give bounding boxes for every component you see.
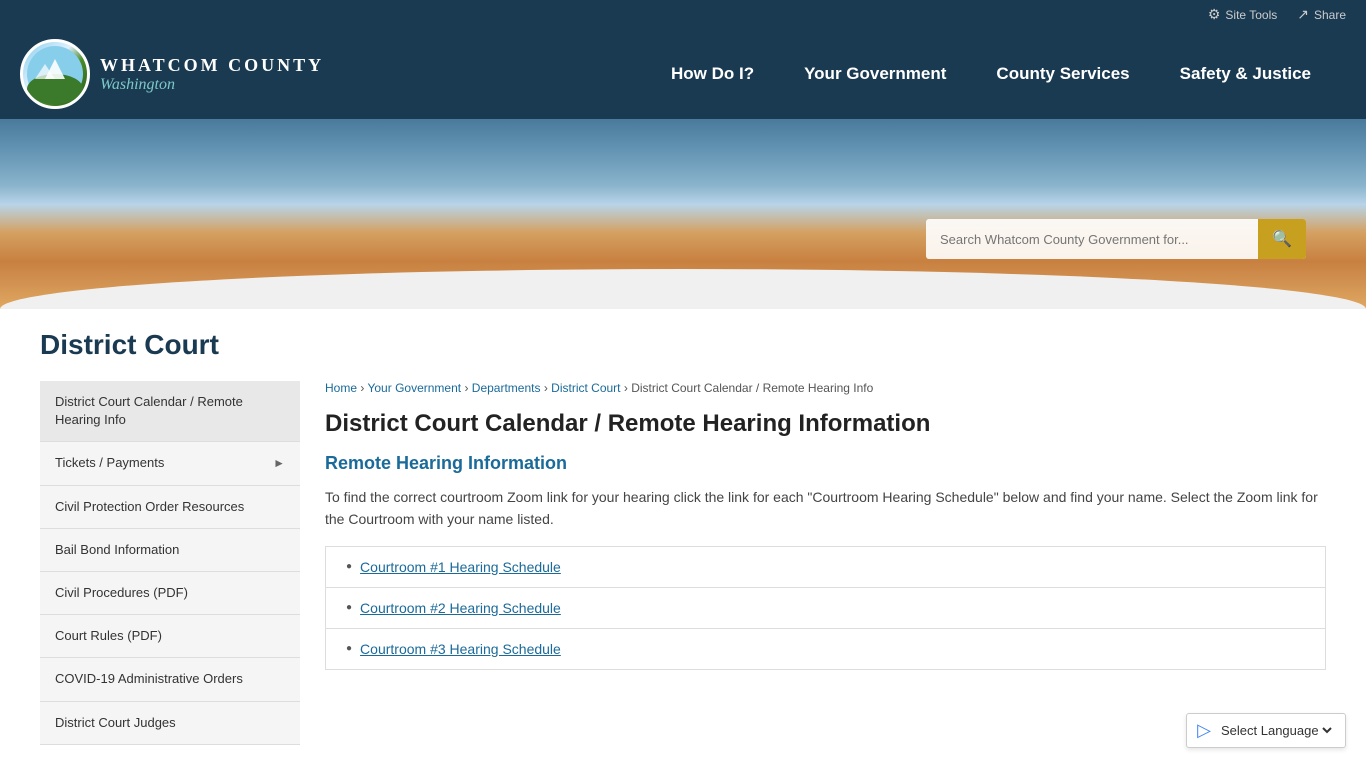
page-title: District Court (40, 329, 1326, 361)
sidebar-item-3[interactable]: Bail Bond Information (40, 529, 300, 572)
language-select[interactable]: Select Language (1217, 722, 1335, 739)
breadcrumb: Home › Your Government › Departments › D… (325, 381, 1326, 395)
navigation-bar: How Do I? Your Government County Service… (344, 36, 1346, 112)
nav-your-government[interactable]: Your Government (779, 36, 971, 112)
breadcrumb-district-court[interactable]: District Court (551, 381, 620, 395)
sidebar-link-7[interactable]: District Court Judges (40, 702, 300, 744)
sidebar-label-1: Tickets / Payments (55, 454, 164, 472)
gear-icon (1208, 6, 1221, 23)
sidebar-item-7[interactable]: District Court Judges (40, 702, 300, 745)
breadcrumb-current: District Court Calendar / Remote Hearing… (631, 381, 873, 395)
sidebar-link-4[interactable]: Civil Procedures (PDF) (40, 572, 300, 614)
breadcrumb-your-gov[interactable]: Your Government (367, 381, 461, 395)
main-container: District Court District Court Calendar /… (0, 309, 1366, 765)
logo-text: WHATCOM COUNTY Washington (100, 55, 324, 94)
hero-image: 🔍 (0, 119, 1366, 309)
header-main: WHATCOM COUNTY Washington How Do I? Your… (0, 29, 1366, 119)
search-button[interactable]: 🔍 (1258, 219, 1306, 259)
site-tools-link[interactable]: Site Tools (1208, 6, 1277, 23)
chevron-right-icon: ► (273, 455, 285, 472)
sidebar-item-0[interactable]: District Court Calendar / Remote Hearing… (40, 381, 300, 442)
translate-icon: ▷ (1197, 720, 1211, 741)
logo-washington: Washington (100, 76, 324, 94)
courtroom-1-link[interactable]: Courtroom #1 Hearing Schedule (360, 559, 561, 575)
logo-image (20, 39, 90, 109)
content-description: To find the correct courtroom Zoom link … (325, 486, 1326, 531)
sidebar-link-1[interactable]: Tickets / Payments ► (40, 442, 300, 484)
nav-county-services[interactable]: County Services (971, 36, 1154, 112)
courtroom-2-link[interactable]: Courtroom #2 Hearing Schedule (360, 600, 561, 616)
share-icon (1297, 6, 1309, 23)
courtroom-3-link[interactable]: Courtroom #3 Hearing Schedule (360, 641, 561, 657)
content-title: District Court Calendar / Remote Hearing… (325, 410, 1326, 438)
hearing-item-1: ● Courtroom #2 Hearing Schedule (325, 587, 1326, 628)
content-area: District Court Calendar / Remote Hearing… (40, 381, 1326, 745)
sidebar-label-3: Bail Bond Information (55, 541, 179, 559)
sidebar-link-5[interactable]: Court Rules (PDF) (40, 615, 300, 657)
sidebar-item-6[interactable]: COVID-19 Administrative Orders (40, 658, 300, 701)
section-title: Remote Hearing Information (325, 453, 1326, 474)
breadcrumb-home[interactable]: Home (325, 381, 357, 395)
sidebar-label-0: District Court Calendar / Remote Hearing… (55, 393, 285, 429)
site-tools-label: Site Tools (1225, 8, 1277, 22)
logo-whatcom: WHATCOM COUNTY (100, 55, 324, 76)
sidebar-link-6[interactable]: COVID-19 Administrative Orders (40, 658, 300, 700)
search-input[interactable] (926, 222, 1258, 257)
bullet-2: ● (346, 643, 352, 654)
logo-area[interactable]: WHATCOM COUNTY Washington (20, 29, 344, 119)
sidebar-label-5: Court Rules (PDF) (55, 627, 162, 645)
sidebar-label-6: COVID-19 Administrative Orders (55, 670, 243, 688)
language-selector[interactable]: ▷ Select Language (1186, 713, 1346, 748)
breadcrumb-sep-1: › (464, 381, 471, 395)
sidebar-item-5[interactable]: Court Rules (PDF) (40, 615, 300, 658)
sidebar-item-1[interactable]: Tickets / Payments ► (40, 442, 300, 485)
sidebar-item-2[interactable]: Civil Protection Order Resources (40, 486, 300, 529)
sidebar: District Court Calendar / Remote Hearing… (40, 381, 300, 745)
sidebar-item-4[interactable]: Civil Procedures (PDF) (40, 572, 300, 615)
sidebar-link-2[interactable]: Civil Protection Order Resources (40, 486, 300, 528)
nav-how-do-i[interactable]: How Do I? (646, 36, 779, 112)
bullet-0: ● (346, 561, 352, 572)
sidebar-link-3[interactable]: Bail Bond Information (40, 529, 300, 571)
sidebar-link-0[interactable]: District Court Calendar / Remote Hearing… (40, 381, 300, 441)
share-label: Share (1314, 8, 1346, 22)
header-top-bar: Site Tools Share (0, 0, 1366, 29)
breadcrumb-departments[interactable]: Departments (472, 381, 541, 395)
share-link[interactable]: Share (1297, 6, 1346, 23)
main-content: Home › Your Government › Departments › D… (325, 381, 1326, 745)
nav-safety-justice[interactable]: Safety & Justice (1155, 36, 1336, 112)
hearing-item-2: ● Courtroom #3 Hearing Schedule (325, 628, 1326, 670)
sidebar-label-7: District Court Judges (55, 714, 176, 732)
hearing-item-0: ● Courtroom #1 Hearing Schedule (325, 546, 1326, 587)
sidebar-label-4: Civil Procedures (PDF) (55, 584, 188, 602)
bullet-1: ● (346, 602, 352, 613)
search-bar: 🔍 (926, 219, 1306, 259)
sidebar-label-2: Civil Protection Order Resources (55, 498, 244, 516)
